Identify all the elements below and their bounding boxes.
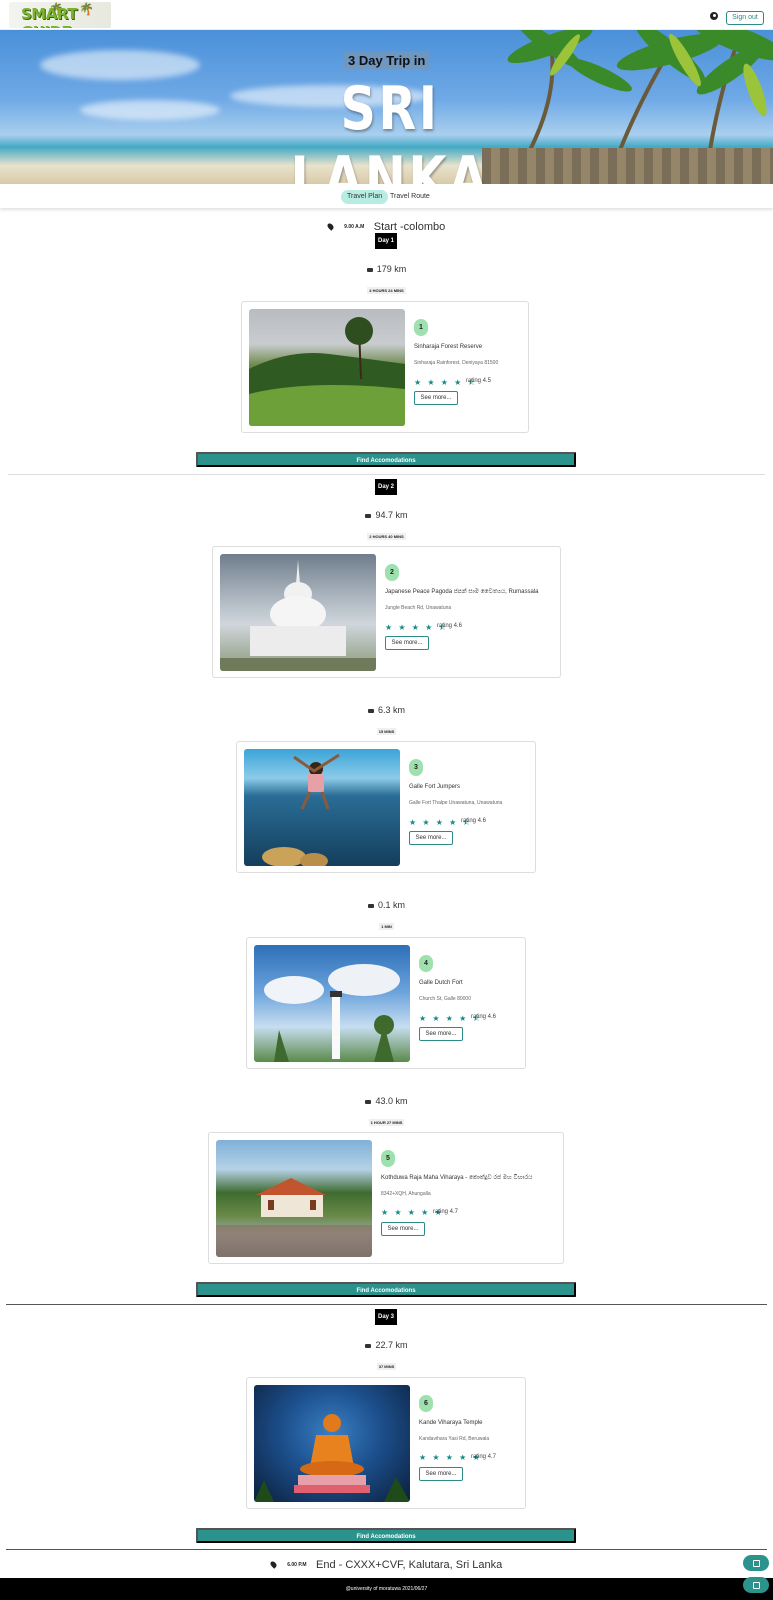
leg-distance: 0.1 km <box>0 900 773 910</box>
day-badge: Day 3 <box>375 1309 397 1325</box>
place-address: 8342+XQH, Ahungalla <box>381 1191 431 1197</box>
user-icon[interactable] <box>710 12 718 20</box>
leg-distance: 6.3 km <box>0 705 773 715</box>
leg-duration: 15 MINS <box>376 728 397 735</box>
place-card: 2 Japanese Peace Pagoda ජපන් සාම චෛත්‍යය… <box>212 546 561 678</box>
place-photo <box>254 1385 410 1502</box>
place-photo <box>249 309 405 426</box>
edit-icon[interactable] <box>743 1555 769 1571</box>
place-number: 1 <box>414 319 428 336</box>
divider <box>6 1304 767 1305</box>
hero-palms <box>507 30 773 150</box>
see-more-button[interactable]: See more... <box>381 1222 425 1236</box>
footer: @university of moratuwa 2021/06/27 <box>0 1578 773 1600</box>
place-rating: rating 4.6 <box>461 818 487 824</box>
day-badge: Day 2 <box>375 479 397 495</box>
place-address: Sinharaja Rainforest, Deniyaya 81500 <box>414 360 499 366</box>
place-photo <box>220 554 376 671</box>
place-card: 4 Galle Dutch Fort Church St, Galle 8000… <box>246 937 526 1069</box>
leg-distance: 94.7 km <box>0 510 773 520</box>
place-card: 3 Galle Fort Jumpers Galle Fort Thalpe U… <box>236 741 536 873</box>
car-icon <box>365 513 372 518</box>
place-name: Galle Fort Jumpers <box>409 784 461 790</box>
find-accommodations-button[interactable]: Find Accomodations <box>196 1282 576 1297</box>
car-icon <box>367 708 374 713</box>
place-number: 3 <box>409 759 423 776</box>
place-name: Sinharaja Forest Reserve <box>414 344 483 350</box>
tab-travel-plan[interactable]: Travel Plan <box>341 190 389 204</box>
start-time: 9.00 A.M <box>344 223 365 230</box>
logo-text: SMART GUIDE <box>21 5 77 28</box>
divider <box>6 1549 767 1550</box>
see-more-button[interactable]: See more... <box>419 1467 463 1481</box>
save-icon[interactable] <box>743 1577 769 1593</box>
hero-cloud <box>40 50 200 80</box>
place-address: Galle Fort Thalpe Unawatuna, Unawatuna <box>409 800 503 806</box>
leg-duration: 2 HOURS 40 MINS <box>367 533 406 540</box>
leg-duration: 37 MINS <box>376 1363 397 1370</box>
hero-cloud <box>80 100 220 120</box>
car-icon <box>366 267 373 272</box>
divider <box>8 474 765 475</box>
place-name: Japanese Peace Pagoda ජපන් සාම චෛත්‍යය, … <box>385 589 539 595</box>
leg-duration: 1 MIN <box>379 923 394 930</box>
place-name: Galle Dutch Fort <box>419 980 463 986</box>
place-card: 1 Sinharaja Forest Reserve Sinharaja Rai… <box>241 301 529 433</box>
place-photo <box>216 1140 372 1257</box>
place-number: 6 <box>419 1395 433 1412</box>
place-rating: rating 4.6 <box>471 1014 497 1020</box>
leg-distance: 179 km <box>0 264 773 274</box>
find-accommodations-button[interactable]: Find Accomodations <box>196 452 576 467</box>
car-icon <box>365 1099 372 1104</box>
tab-travel-route[interactable]: Travel Route <box>384 190 436 204</box>
place-address: Jungle Beach Rd, Unawatuna <box>385 605 452 611</box>
find-accommodations-button[interactable]: Find Accomodations <box>196 1528 576 1543</box>
location-pin-icon <box>325 222 335 232</box>
place-address: Kandavihara Yasi Rd, Beruwala <box>419 1436 490 1442</box>
place-card: 5 Kothduwa Raja Maha Viharaya - කොත්දූව … <box>208 1132 564 1264</box>
location-pin-icon <box>269 1560 278 1570</box>
hero-banner: 3 Day Trip in SRI LANKA <box>0 30 773 184</box>
see-more-button[interactable]: See more... <box>385 636 429 650</box>
leg-duration: 1 HOUR 27 MINS <box>368 1119 405 1126</box>
hero-stone-wall <box>482 148 773 184</box>
place-name: Kothduwa Raja Maha Viharaya - කොත්දූව රජ… <box>381 1175 533 1181</box>
logo[interactable]: 🌴 🌴 SMART GUIDE <box>9 2 111 28</box>
place-rating: rating 4.7 <box>471 1454 497 1460</box>
hero-subtitle: 3 Day Trip in <box>343 52 431 69</box>
place-number: 2 <box>385 564 399 581</box>
see-more-button[interactable]: See more... <box>409 831 453 845</box>
start-label: Start -colombo <box>373 220 446 233</box>
car-icon <box>367 903 374 908</box>
place-address: Church St, Galle 80000 <box>419 996 471 1002</box>
end-point: 6.00 P.M End - CXXX+CVF, Kalutara, Sri L… <box>0 1556 773 1574</box>
place-number: 4 <box>419 955 433 972</box>
leg-duration: 4 HOURS 24 MINS <box>367 287 406 294</box>
car-icon <box>365 1343 372 1348</box>
place-rating: rating 4.5 <box>466 378 492 384</box>
sign-out-button[interactable]: Sign out <box>726 11 764 25</box>
place-rating: rating 4.7 <box>433 1209 459 1215</box>
page: 🌴 🌴 SMART GUIDE Sign out <box>0 0 773 1600</box>
place-card: 6 Kande Viharaya Temple Kandavihara Yasi… <box>246 1377 526 1509</box>
top-navbar: 🌴 🌴 SMART GUIDE Sign out <box>0 0 773 30</box>
leg-distance: 22.7 km <box>0 1340 773 1350</box>
place-number: 5 <box>381 1150 395 1167</box>
leg-distance: 43.0 km <box>0 1096 773 1106</box>
place-rating: rating 4.6 <box>437 623 463 629</box>
place-name: Kande Viharaya Temple <box>419 1420 483 1426</box>
hero-title: SRI LANKA <box>290 74 490 184</box>
end-label: End - CXXX+CVF, Kalutara, Sri Lanka <box>316 1558 503 1571</box>
see-more-button[interactable]: See more... <box>419 1027 463 1041</box>
place-photo <box>254 945 410 1062</box>
see-more-button[interactable]: See more... <box>414 391 458 405</box>
place-photo <box>244 749 400 866</box>
tab-bar: Travel Plan Travel Route <box>0 184 773 208</box>
day-badge: Day 1 <box>375 233 397 249</box>
end-time: 6.00 P.M <box>287 1561 307 1568</box>
